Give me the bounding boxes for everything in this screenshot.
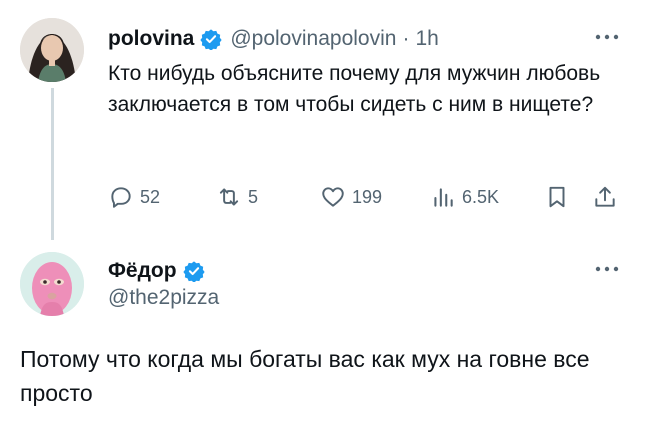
- tweet-text: Потому что когда мы богаты вас как мух н…: [20, 346, 590, 406]
- reply-count: 52: [140, 186, 161, 207]
- views-button[interactable]: 6.5K: [430, 182, 499, 212]
- more-icon[interactable]: [592, 27, 622, 47]
- tweet2-header: Фёдор: [108, 256, 213, 286]
- views-count: 6.5K: [462, 186, 500, 207]
- tweet1-header: polovina @polovinapolovin · 1h: [108, 24, 439, 54]
- repost-button[interactable]: 5: [216, 182, 258, 212]
- avatar-balaclava: [20, 252, 84, 316]
- repost-icon: [219, 188, 239, 206]
- thread-line: [51, 88, 54, 240]
- share-icon: [595, 186, 615, 207]
- more-icon[interactable]: [592, 259, 622, 279]
- bookmark-icon: [549, 186, 565, 208]
- verified-badge-icon: [200, 29, 222, 50]
- author-name[interactable]: polovina: [108, 27, 194, 51]
- avatar-photo: [20, 18, 84, 82]
- views-icon: [434, 188, 453, 207]
- like-button[interactable]: 199: [320, 182, 382, 212]
- reply-button[interactable]: 52: [108, 182, 160, 212]
- tweet-text: Кто нибудь объясните почему для мужчин л…: [108, 62, 601, 116]
- like-icon: [322, 187, 344, 207]
- reply-icon: [111, 187, 131, 208]
- avatar-polovina[interactable]: [20, 18, 84, 82]
- tweet-actions: 52 5 199 6.5K: [108, 182, 628, 212]
- author-handle[interactable]: @polovinapolovin: [230, 27, 396, 51]
- author-name[interactable]: Фёдор: [108, 259, 177, 283]
- separator: ·: [402, 27, 410, 50]
- verified-badge-icon: [182, 261, 205, 282]
- like-count: 199: [352, 186, 383, 207]
- timestamp[interactable]: 1h: [415, 27, 438, 51]
- repost-count: 5: [248, 186, 259, 207]
- avatar-fedor[interactable]: [20, 252, 84, 316]
- bookmark-button[interactable]: [544, 182, 576, 212]
- share-button[interactable]: [592, 182, 624, 212]
- author-handle[interactable]: @the2pizza: [108, 286, 219, 310]
